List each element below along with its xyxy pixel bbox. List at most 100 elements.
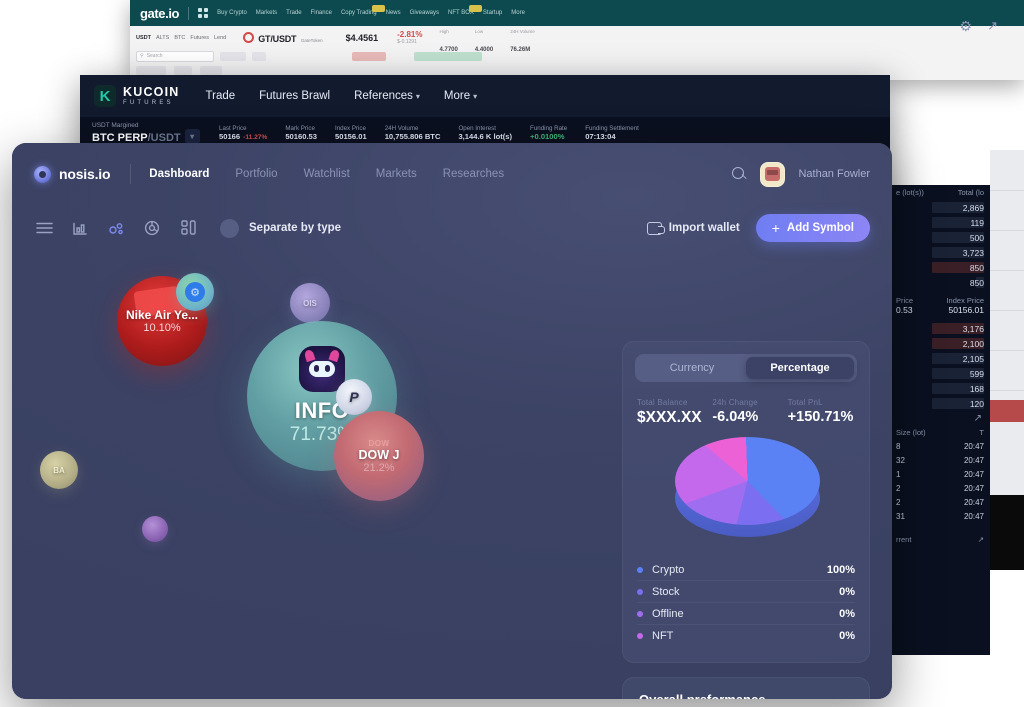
legend-row-offline[interactable]: Offline 0%: [637, 603, 855, 625]
bubble-tag: OIS: [303, 298, 317, 308]
add-symbol-button[interactable]: + Add Symbol: [755, 214, 870, 242]
gateio-chip-1[interactable]: [252, 51, 266, 61]
bubble-token-small-3[interactable]: [142, 516, 168, 542]
order-book-row[interactable]: 168: [890, 381, 990, 396]
kucoin-nav: Trade Futures Brawl References ▾ More ▾: [206, 90, 478, 102]
trade-row: 31 20:47: [896, 511, 984, 521]
gateio-cell-1: Low 4.4000: [474, 28, 494, 53]
order-book-row[interactable]: 2,105: [890, 351, 990, 366]
trade-row: 1 20:47: [896, 469, 984, 479]
gateio-nav-8[interactable]: Startup: [483, 10, 502, 16]
bubble-tag: BA: [53, 465, 65, 475]
search-icon: ⚲: [140, 53, 144, 59]
gateio-tab-1[interactable]: ALTS: [156, 35, 169, 41]
gateio-tab-4[interactable]: Lend: [214, 35, 226, 41]
gateio-nav-1[interactable]: Markets: [256, 10, 277, 16]
kucoin-pair-selector[interactable]: USDT Margined BTC PERP/USDT ▾: [92, 122, 210, 144]
nav-watchlist[interactable]: Watchlist: [304, 168, 350, 180]
gateio-nav-4[interactable]: Copy Trading: [341, 5, 385, 16]
gateio-nav-6[interactable]: Giveaways: [410, 10, 439, 16]
bubble-ba[interactable]: BA: [40, 451, 78, 489]
expand-icon[interactable]: ↗: [987, 18, 998, 34]
trade-row: 8 20:47: [896, 441, 984, 451]
gateio-tab-0[interactable]: USDT: [136, 35, 151, 41]
plus-icon: +: [771, 220, 780, 236]
kucoin-nav-more[interactable]: More ▾: [444, 90, 477, 102]
kucoin-mark-icon: K: [94, 85, 116, 107]
expand-icon[interactable]: ↗: [978, 535, 984, 544]
gateio-chip-2[interactable]: [136, 66, 166, 75]
legend-row-nft[interactable]: NFT 0%: [637, 625, 855, 647]
list-view-icon[interactable]: [34, 218, 54, 238]
gateio-nav-7[interactable]: NFT BOX: [448, 5, 482, 16]
donut-chart-icon[interactable]: [142, 218, 162, 238]
order-book-row[interactable]: 2,869: [890, 200, 990, 215]
nav-portfolio[interactable]: Portfolio: [235, 168, 277, 180]
legend-row-crypto[interactable]: Crypto 100%: [637, 559, 855, 581]
apps-grid-icon[interactable]: [198, 8, 209, 18]
bubble-chart-icon[interactable]: [106, 218, 126, 238]
nav-dashboard[interactable]: Dashboard: [149, 168, 209, 180]
gateio-tab-3[interactable]: Futures: [190, 35, 209, 41]
gateio-chip-0[interactable]: [220, 51, 246, 61]
import-wallet-button[interactable]: Import wallet: [646, 221, 740, 235]
order-book-row[interactable]: 850: [890, 275, 990, 290]
info-token-icon: [299, 346, 345, 392]
gateio-nav-2[interactable]: Trade: [286, 10, 301, 16]
gateio-price: $4.4561: [345, 32, 379, 43]
kucoin-nav-references[interactable]: References ▾: [354, 90, 420, 102]
avatar[interactable]: [760, 161, 786, 187]
order-book-row[interactable]: 120: [890, 396, 990, 411]
bubble-ois[interactable]: OIS: [290, 283, 330, 323]
nav-markets[interactable]: Markets: [376, 168, 417, 180]
gateio-tab-2[interactable]: BTC: [174, 35, 185, 41]
chevron-down-icon[interactable]: ▾: [184, 129, 200, 144]
nosis-brand-label: nosis.io: [59, 166, 111, 182]
gateio-chip-4[interactable]: [200, 66, 222, 75]
gateio-chip-3[interactable]: [174, 66, 192, 75]
kucoin-margin-mode: USDT Margined: [92, 122, 139, 129]
gateio-chip-red[interactable]: [352, 51, 386, 61]
allocation-card: Currency Percentage Total Balance $XXX.X…: [622, 341, 870, 663]
gear-icon[interactable]: ⚙: [959, 18, 972, 35]
order-book-row-highlight[interactable]: 850: [890, 260, 990, 275]
separate-by-type-label: Separate by type: [249, 222, 342, 234]
search-icon[interactable]: [732, 166, 747, 182]
kucoin-stat-index-price: Index Price 50156.01: [335, 125, 367, 141]
nav-researches[interactable]: Researches: [443, 168, 504, 180]
bar-chart-icon[interactable]: [70, 218, 90, 238]
kucoin-logo[interactable]: K KUCOIN FUTURES: [94, 85, 180, 107]
tab-percentage[interactable]: Percentage: [746, 357, 854, 379]
order-book-row[interactable]: 599: [890, 366, 990, 381]
bubble-token-small-1[interactable]: ⚙: [176, 273, 214, 311]
gateio-nav-0[interactable]: Buy Crypto: [217, 10, 247, 16]
gateio-chip-green[interactable]: [414, 51, 482, 61]
order-book-row[interactable]: 500: [890, 230, 990, 245]
kucoin-nav-trade[interactable]: Trade: [206, 90, 236, 102]
gateio-nav-3[interactable]: Finance: [311, 10, 332, 16]
order-book-row[interactable]: 119: [890, 215, 990, 230]
kucoin-stat-funding-settlement: Funding Settlement 07:13:04: [585, 125, 639, 141]
kucoin-nav-futures-brawl[interactable]: Futures Brawl: [259, 90, 330, 102]
gateio-search-input[interactable]: ⚲ Search: [136, 50, 214, 62]
layout-icon[interactable]: [178, 218, 198, 238]
legend-row-stock[interactable]: Stock 0%: [637, 581, 855, 603]
screenshot-root: gate.io Buy Crypto Markets Trade Finance…: [0, 0, 1024, 707]
bubble-token-small-2[interactable]: P: [336, 379, 372, 415]
separate-by-type-toggle[interactable]: [220, 218, 239, 238]
gateio-nav-5[interactable]: News: [386, 10, 401, 16]
expand-icon[interactable]: ↗: [890, 411, 990, 426]
order-book-row[interactable]: 3,176: [890, 321, 990, 336]
order-book-row[interactable]: 3,723: [890, 245, 990, 260]
gateio-nav-9[interactable]: More: [511, 10, 525, 16]
nosis-brand[interactable]: nosis.io: [34, 165, 111, 183]
bubble-chart: Nike Air Ye... 10.10% ⚙ OIS INFO 71.73% …: [12, 251, 612, 699]
legend-dot: [637, 610, 643, 617]
bubble-dow-jones[interactable]: DOW DOW J 21.2%: [334, 411, 424, 501]
legend-dot: [637, 633, 643, 639]
gateio-pair-sub: GateToken: [300, 37, 323, 43]
order-book-row[interactable]: 2,100: [890, 336, 990, 351]
stat-total-pnl: Total PnL +150.71%: [787, 398, 854, 425]
tab-currency[interactable]: Currency: [638, 357, 746, 379]
allocation-view-toggle: Currency Percentage: [635, 354, 857, 382]
